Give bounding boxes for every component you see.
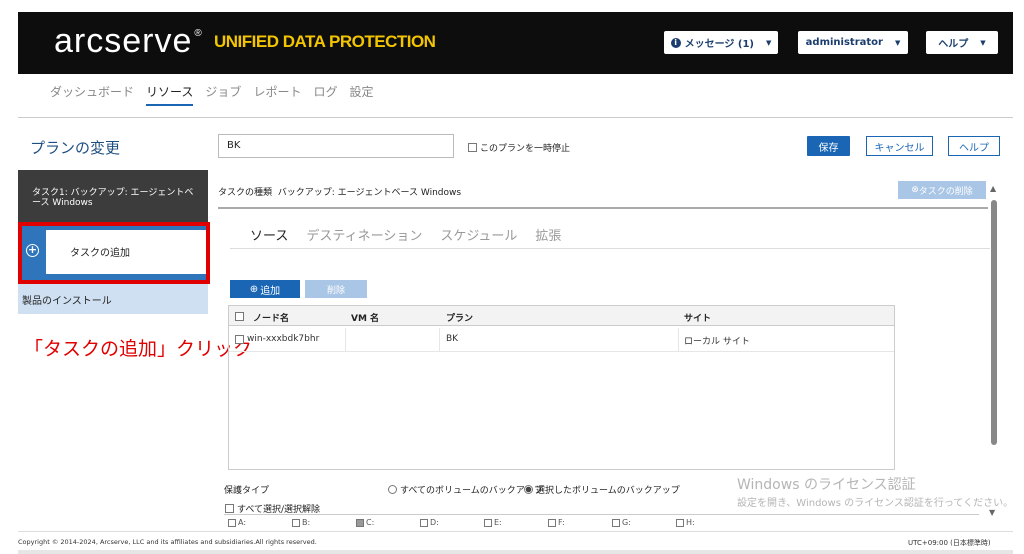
volume-checkbox[interactable] <box>292 518 300 527</box>
nav-resources[interactable]: リソース <box>146 83 194 106</box>
volume-checkbox[interactable] <box>420 518 428 527</box>
volume-d[interactable]: D: <box>420 518 439 527</box>
bottom-bar <box>18 550 1013 554</box>
divider <box>218 207 988 209</box>
column-site[interactable]: サイト <box>684 311 711 324</box>
delete-task-button[interactable]: ⊗ タスクの削除 <box>898 181 986 199</box>
sidebar-item-task1[interactable]: タスク1: バックアップ: エージェントベース Windows <box>18 170 208 222</box>
tab-advanced[interactable]: 拡張 <box>535 225 561 244</box>
volume-g[interactable]: G: <box>612 518 631 527</box>
scrollbar-thumb[interactable] <box>991 200 997 445</box>
volume-e[interactable]: E: <box>484 518 502 527</box>
table-header: ノード名 VM 名 プラン サイト <box>229 306 894 326</box>
column-separator <box>678 328 679 352</box>
column-separator <box>345 328 346 352</box>
divider <box>230 248 990 249</box>
timezone-text: UTC+09:00 (日本標準時) <box>908 539 991 547</box>
page-title: プランの変更 <box>30 139 121 157</box>
tab-schedule[interactable]: スケジュール <box>440 225 517 244</box>
select-all-rows-checkbox[interactable] <box>235 312 244 321</box>
remove-node-button[interactable]: 削除 <box>305 280 367 298</box>
copyright-text: Copyright © 2014-2024, Arcserve, LLC and… <box>18 538 317 546</box>
volume-checkbox[interactable] <box>228 518 236 527</box>
divider <box>18 531 1013 532</box>
column-separator <box>439 328 440 352</box>
all-volumes-option[interactable]: すべてのボリュームのバックアップ <box>388 483 543 496</box>
sidebar-item-install[interactable]: 製品のインストール <box>18 284 208 314</box>
info-icon: i <box>670 37 681 48</box>
cell-plan: BK <box>446 334 459 344</box>
messages-button[interactable]: i メッセージ (1) ▼ <box>664 31 778 54</box>
scroll-up-arrow-icon[interactable]: ▲ <box>990 184 996 193</box>
activation-watermark-title: Windows のライセンス認証 <box>737 477 916 493</box>
annotation-highlight-box <box>18 222 210 284</box>
plan-name-input[interactable]: BK <box>218 134 454 158</box>
help-button[interactable]: ヘルプ <box>948 136 1000 156</box>
task-tabs: ソース デスティネーション スケジュール 拡張 <box>250 225 561 244</box>
pause-plan-option[interactable]: このプランを一時停止 <box>468 141 570 154</box>
row-checkbox[interactable] <box>235 335 244 344</box>
protection-type-label: 保護タイプ <box>224 486 270 496</box>
divider <box>18 117 1013 118</box>
cancel-button[interactable]: キャンセル <box>866 136 933 156</box>
nav-dashboard[interactable]: ダッシュボード <box>50 83 134 106</box>
help-menu-button[interactable]: ヘルプ ▼ <box>926 31 998 54</box>
cell-site: ローカル サイト <box>684 337 750 347</box>
chevron-down-icon: ▼ <box>766 38 772 47</box>
user-menu-button[interactable]: administrator ▼ <box>798 31 908 54</box>
scroll-down-arrow-icon[interactable]: ▼ <box>989 508 995 517</box>
nav-logs[interactable]: ログ <box>313 83 337 106</box>
volume-checkbox[interactable] <box>356 518 364 527</box>
close-circle-icon: ⊗ <box>911 185 919 195</box>
main-nav: ダッシュボード リソース ジョブ レポート ログ 設定 <box>50 83 373 106</box>
product-name: UNIFIED DATA PROTECTION <box>214 32 436 51</box>
activation-watermark-body: 設定を開き、Windows のライセンス認証を行ってください。 <box>737 498 1014 509</box>
volume-a[interactable]: A: <box>228 518 246 527</box>
add-node-button[interactable]: ⊕ 追加 <box>230 280 300 298</box>
save-button[interactable]: 保存 <box>807 136 850 156</box>
cell-node-name: win-xxxbdk7bhr <box>247 334 320 344</box>
nav-jobs[interactable]: ジョブ <box>205 83 241 106</box>
volume-checkbox[interactable] <box>484 518 492 527</box>
volume-f[interactable]: F: <box>548 518 565 527</box>
volume-h[interactable]: H: <box>676 518 695 527</box>
pause-plan-checkbox[interactable] <box>468 143 477 152</box>
selected-volumes-option[interactable]: 選択したボリュームのバックアップ <box>524 483 680 496</box>
chevron-down-icon: ▼ <box>980 38 986 47</box>
nav-reports[interactable]: レポート <box>253 83 301 106</box>
volume-checkbox[interactable] <box>548 518 556 527</box>
column-plan[interactable]: プラン <box>446 311 473 324</box>
select-all-volumes-checkbox[interactable] <box>225 504 234 513</box>
nav-settings[interactable]: 設定 <box>349 83 373 106</box>
tab-source[interactable]: ソース <box>250 225 288 244</box>
volume-list: A: B: C: D: E: F: G: H: <box>224 514 979 528</box>
all-volumes-radio[interactable] <box>388 485 397 494</box>
volume-checkbox[interactable] <box>676 518 684 527</box>
column-vm-name[interactable]: VM 名 <box>351 311 379 324</box>
tab-destination[interactable]: デスティネーション <box>306 225 422 244</box>
volume-checkbox[interactable] <box>612 518 620 527</box>
volume-c[interactable]: C: <box>356 518 374 527</box>
selected-volumes-radio[interactable] <box>524 485 533 494</box>
plus-circle-icon: ⊕ <box>249 283 259 295</box>
arcserve-logo[interactable]: arcserve ® <box>54 22 203 61</box>
annotation-text: 「タスクの追加」クリック <box>24 338 253 360</box>
table-row[interactable]: win-xxxbdk7bhr BK ローカル サイト <box>229 328 894 352</box>
column-node-name[interactable]: ノード名 <box>253 311 289 324</box>
app-header: arcserve ® UNIFIED DATA PROTECTION i メッセー… <box>18 12 1013 74</box>
task-type: タスクの種類 バックアップ: エージェントベース Windows <box>218 188 462 198</box>
chevron-down-icon: ▼ <box>894 38 901 47</box>
volume-b[interactable]: B: <box>292 518 310 527</box>
node-table: ノード名 VM 名 プラン サイト win-xxxbdk7bhr BK ローカル… <box>228 305 895 470</box>
